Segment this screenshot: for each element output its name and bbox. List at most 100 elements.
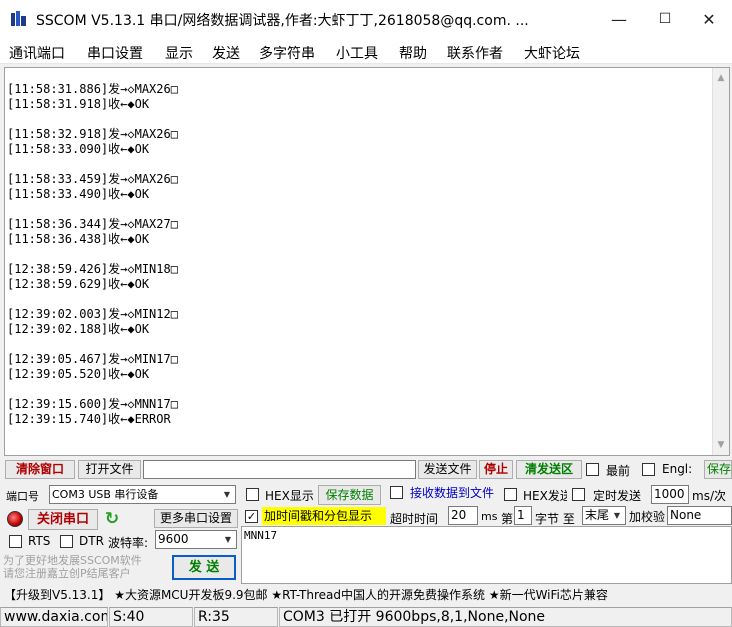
port-select-value: COM3 USB 串行设备 [52,488,159,501]
menu-port[interactable]: 通讯端口 [9,43,65,63]
send-interval-unit: ms/次 [692,489,726,503]
more-serial-settings-button[interactable]: 更多串口设置 [154,509,238,528]
hex-send-label: HEX发送 [523,489,567,503]
title-bar: SSCOM V5.13.1 串口/网络数据调试器,作者:大虾丁丁,2618058… [0,0,732,38]
status-sent-count: S:40 [109,607,193,627]
receive-log-gap [7,157,178,172]
status-site[interactable]: www.daxia.com [0,607,108,627]
minimize-button[interactable]: — [596,0,642,38]
app-icon [11,11,26,26]
save-button[interactable]: 保存 [704,460,732,479]
receive-log-line: [12:39:05.467]发→◇MIN17□ [7,352,178,366]
receive-log-line: [11:58:33.090]收←◆OK [7,142,150,156]
receive-log-gap [7,202,178,217]
hex-send-checkbox[interactable] [504,488,517,501]
baud-rate-label: 波特率: [108,536,149,550]
rts-label: RTS [28,534,51,548]
end-position-value: 末尾 [585,508,610,522]
receive-log-line: [11:58:36.438]收←◆OK [7,232,150,246]
receive-log-gap [7,382,178,397]
topmost-checkbox[interactable] [586,463,599,476]
receive-log-line: [12:39:05.520]收←◆OK [7,367,150,381]
receive-log-line: [12:38:59.426]发→◇MIN18□ [7,262,178,276]
receive-log-line: [12:38:59.629]收←◆OK [7,277,150,291]
english-checkbox[interactable] [642,463,655,476]
receive-log-line: [12:39:15.600]发→◇MNN17□ [7,397,178,411]
menu-multi-string[interactable]: 多字符串 [259,43,315,63]
receive-log-line: [12:39:02.188]收←◆OK [7,322,150,336]
receive-log-gap [7,112,178,127]
dtr-checkbox[interactable] [60,535,73,548]
recv-to-file-label: 接收数据到文件 [410,486,495,500]
close-button[interactable]: ✕ [686,0,732,38]
scroll-up-arrow-icon[interactable]: ▲ [713,70,729,86]
receive-log-gap [7,337,178,352]
byte-to-label: 字节 至 [535,512,575,526]
menu-contact-author[interactable]: 联系作者 [447,43,503,63]
chevron-down-icon: ▼ [224,535,232,544]
receive-log: [11:58:31.886]发→◇MAX26□ [11:58:31.918]收←◆… [7,82,178,427]
maximize-button[interactable]: ☐ [642,0,688,38]
receive-log-line: [11:58:31.918]收←◆OK [7,97,150,111]
dtr-label: DTR [79,534,104,548]
window-title: SSCOM V5.13.1 串口/网络数据调试器,作者:大虾丁丁,2618058… [36,13,529,29]
port-select[interactable]: COM3 USB 串行设备 ▼ [49,485,236,504]
stop-button[interactable]: 停止 [479,460,513,479]
receive-log-line: [11:58:36.344]发→◇MAX27□ [7,217,178,231]
timeout-label: 超时时间 [390,512,439,526]
close-port-button[interactable]: 关闭串口 [28,509,98,530]
port-label: 端口号 [6,490,39,503]
status-port-state: COM3 已打开 9600bps,8,1,None,None [279,607,732,627]
clear-window-button[interactable]: 清除窗口 [5,460,75,479]
status-bar: www.daxia.com S:40 R:35 COM3 已打开 9600bps… [0,607,732,627]
menu-bar: 通讯端口 串口设置 显示 发送 多字符串 小工具 帮助 联系作者 大虾论坛 [0,38,732,64]
baud-rate-value: 9600 [158,532,189,546]
rts-checkbox[interactable] [9,535,22,548]
timeout-input[interactable]: 20 [448,506,478,525]
recv-to-file-checkbox[interactable] [390,486,403,499]
promo-text[interactable]: 为了更好地发展SSCOM软件 请您注册嘉立创P结尾客户 [3,554,155,580]
port-status-indicator-icon [7,511,23,527]
timestamp-checkbox[interactable]: ✓ [245,510,258,523]
checksum-select[interactable]: None [667,506,732,525]
send-input[interactable]: MNN17 [241,526,732,584]
receive-log-line: [12:39:02.003]发→◇MIN12□ [7,307,178,321]
clear-send-area-button[interactable]: 清发送区 [516,460,582,479]
timed-send-label: 定时发送 [593,489,642,503]
receive-log-line: [11:58:31.886]发→◇MAX26□ [7,82,178,96]
topmost-label: 最前 [606,464,631,478]
scroll-down-arrow-icon[interactable]: ▼ [713,437,729,453]
checksum-label: 加校验 [629,510,666,524]
send-button[interactable]: 发 送 [172,555,236,580]
menu-forum[interactable]: 大虾论坛 [524,43,580,63]
receive-log-line: [11:58:33.459]发→◇MAX26□ [7,172,178,186]
file-path-field[interactable] [143,460,416,479]
send-interval-input[interactable]: 1000 [651,485,689,504]
receive-scrollbar[interactable]: ▲ ▼ [712,68,729,455]
notice-ticker[interactable]: 【升级到V5.13.1】 ★大资源MCU开发板9.9包邮 ★RT-Thread中… [0,585,732,605]
menu-help[interactable]: 帮助 [399,43,427,63]
end-position-select[interactable]: 末尾 ▼ [582,506,626,525]
chevron-down-icon: ▼ [613,511,621,520]
receive-log-line: [11:58:33.490]收←◆OK [7,187,150,201]
receive-log-gap [7,292,178,307]
nth-label: 第 [501,512,514,526]
hex-display-label: HEX显示 [265,489,314,503]
english-label: Engl: [662,462,693,476]
menu-serial-settings[interactable]: 串口设置 [87,43,143,63]
hex-display-checkbox[interactable] [246,488,259,501]
receive-log-gap [7,247,178,262]
timed-send-checkbox[interactable] [572,488,585,501]
save-data-button[interactable]: 保存数据 [318,485,381,505]
menu-tools[interactable]: 小工具 [336,43,378,63]
open-file-button[interactable]: 打开文件 [78,460,141,479]
refresh-icon[interactable]: ↻ [102,509,122,529]
menu-display[interactable]: 显示 [165,43,193,63]
receive-area[interactable]: [11:58:31.886]发→◇MAX26□ [11:58:31.918]收←◆… [4,67,730,456]
menu-send[interactable]: 发送 [212,43,240,63]
send-file-button[interactable]: 发送文件 [418,460,477,479]
status-received-count: R:35 [194,607,278,627]
nth-byte-input[interactable]: 1 [514,506,532,525]
receive-log-line: [12:39:15.740]收←◆ERROR [7,412,171,426]
baud-rate-select[interactable]: 9600 ▼ [155,530,237,549]
